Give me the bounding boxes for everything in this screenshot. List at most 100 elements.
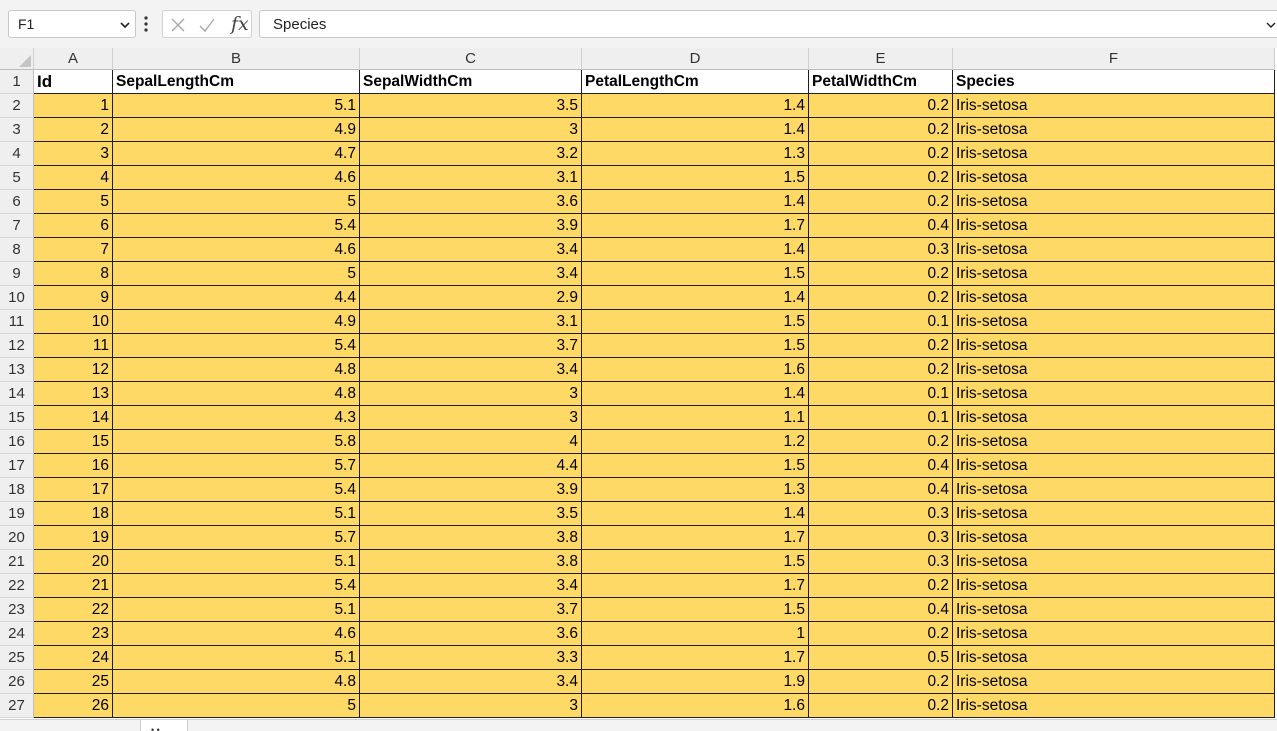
data-cell[interactable]: 1.4	[582, 190, 809, 214]
data-cell[interactable]: Iris-setosa	[953, 526, 1275, 550]
data-cell[interactable]: 4	[360, 430, 582, 454]
data-cell[interactable]: 2	[34, 118, 113, 142]
data-cell[interactable]: 5.1	[113, 598, 360, 622]
data-cell[interactable]: 12	[34, 358, 113, 382]
data-cell[interactable]: 0.2	[809, 430, 953, 454]
data-cell[interactable]: Iris-setosa	[953, 478, 1275, 502]
expand-formula-icon[interactable]	[1265, 19, 1277, 31]
data-cell[interactable]: 3.3	[360, 646, 582, 670]
data-cell[interactable]: 4.6	[113, 166, 360, 190]
data-cell[interactable]: 3.6	[360, 190, 582, 214]
data-cell[interactable]: 3.6	[360, 622, 582, 646]
data-cell[interactable]: 5.7	[113, 526, 360, 550]
data-cell[interactable]: 0.2	[809, 142, 953, 166]
data-cell[interactable]: 1.4	[582, 286, 809, 310]
data-cell[interactable]: 5.1	[113, 646, 360, 670]
data-cell[interactable]: 1.4	[582, 118, 809, 142]
data-cell[interactable]: 1.4	[582, 502, 809, 526]
data-cell[interactable]: 1.5	[582, 550, 809, 574]
row-header[interactable]: 27	[0, 694, 34, 718]
data-cell[interactable]: 0.1	[809, 382, 953, 406]
data-cell[interactable]: 4.6	[113, 238, 360, 262]
cancel-icon[interactable]	[169, 16, 187, 34]
row-header[interactable]: 11	[0, 310, 34, 334]
data-cell[interactable]: 5.4	[113, 334, 360, 358]
data-cell[interactable]: Iris-setosa	[953, 94, 1275, 118]
data-cell[interactable]: 5.1	[113, 502, 360, 526]
data-cell[interactable]: Iris-setosa	[953, 670, 1275, 694]
data-cell[interactable]: 8	[34, 262, 113, 286]
header-cell[interactable]: PetalWidthCm	[809, 70, 953, 94]
data-cell[interactable]: 4.6	[113, 622, 360, 646]
data-cell[interactable]: 1.7	[582, 526, 809, 550]
data-cell[interactable]: 5.8	[113, 430, 360, 454]
data-cell[interactable]: 1.5	[582, 334, 809, 358]
data-cell[interactable]: 3	[360, 694, 582, 718]
data-cell[interactable]: 25	[34, 670, 113, 694]
data-cell[interactable]: 20	[34, 550, 113, 574]
data-cell[interactable]: Iris-setosa	[953, 118, 1275, 142]
row-header[interactable]: 21	[0, 550, 34, 574]
row-header[interactable]: 25	[0, 646, 34, 670]
data-cell[interactable]: 3	[34, 142, 113, 166]
data-cell[interactable]: Iris-setosa	[953, 310, 1275, 334]
data-cell[interactable]: 17	[34, 478, 113, 502]
data-cell[interactable]: 5.4	[113, 574, 360, 598]
row-header[interactable]: 16	[0, 430, 34, 454]
data-cell[interactable]: 0.5	[809, 646, 953, 670]
data-cell[interactable]: 4.8	[113, 358, 360, 382]
data-cell[interactable]: Iris-setosa	[953, 142, 1275, 166]
data-cell[interactable]: 0.3	[809, 238, 953, 262]
data-cell[interactable]: 0.4	[809, 454, 953, 478]
data-cell[interactable]: 0.2	[809, 358, 953, 382]
row-header[interactable]: 22	[0, 574, 34, 598]
data-cell[interactable]: 4.8	[113, 670, 360, 694]
data-cell[interactable]: 19	[34, 526, 113, 550]
data-cell[interactable]: 4.4	[113, 286, 360, 310]
data-cell[interactable]: Iris-setosa	[953, 694, 1275, 718]
data-cell[interactable]: 5.1	[113, 550, 360, 574]
data-cell[interactable]: 1.5	[582, 310, 809, 334]
data-cell[interactable]: 22	[34, 598, 113, 622]
header-cell[interactable]: SepalWidthCm	[360, 70, 582, 94]
row-header[interactable]: 4	[0, 142, 34, 166]
chevron-down-icon[interactable]	[119, 19, 131, 31]
data-cell[interactable]: 1.2	[582, 430, 809, 454]
data-cell[interactable]: 3	[360, 406, 582, 430]
data-cell[interactable]: 2.9	[360, 286, 582, 310]
data-cell[interactable]: 21	[34, 574, 113, 598]
data-cell[interactable]: 4.8	[113, 382, 360, 406]
data-cell[interactable]: Iris-setosa	[953, 598, 1275, 622]
row-header[interactable]: 19	[0, 502, 34, 526]
data-cell[interactable]: 3.8	[360, 526, 582, 550]
data-cell[interactable]: Iris-setosa	[953, 382, 1275, 406]
data-cell[interactable]: Iris-setosa	[953, 286, 1275, 310]
data-cell[interactable]: 3.4	[360, 238, 582, 262]
data-cell[interactable]: 0.2	[809, 622, 953, 646]
data-cell[interactable]: 1.5	[582, 166, 809, 190]
data-cell[interactable]: 1.5	[582, 262, 809, 286]
data-cell[interactable]: 0.3	[809, 502, 953, 526]
data-cell[interactable]: 3.1	[360, 310, 582, 334]
column-header-f[interactable]: F	[953, 48, 1275, 70]
data-cell[interactable]: 1.5	[582, 598, 809, 622]
data-cell[interactable]: 3.9	[360, 214, 582, 238]
column-header-e[interactable]: E	[809, 48, 953, 70]
row-header[interactable]: 17	[0, 454, 34, 478]
row-header[interactable]: 5	[0, 166, 34, 190]
data-cell[interactable]: 3.5	[360, 502, 582, 526]
row-header[interactable]: 8	[0, 238, 34, 262]
data-cell[interactable]: 4.9	[113, 118, 360, 142]
header-cell[interactable]: SepalLengthCm	[113, 70, 360, 94]
data-cell[interactable]: 4.7	[113, 142, 360, 166]
data-cell[interactable]: 1.9	[582, 670, 809, 694]
row-header[interactable]: 12	[0, 334, 34, 358]
data-cell[interactable]: Iris-setosa	[953, 406, 1275, 430]
data-cell[interactable]: 3.8	[360, 550, 582, 574]
data-cell[interactable]: 5	[113, 262, 360, 286]
data-cell[interactable]: 18	[34, 502, 113, 526]
sheet-tab[interactable]: • •	[140, 720, 188, 731]
column-header-c[interactable]: C	[360, 48, 582, 70]
data-cell[interactable]: 0.4	[809, 598, 953, 622]
data-cell[interactable]: 0.3	[809, 526, 953, 550]
